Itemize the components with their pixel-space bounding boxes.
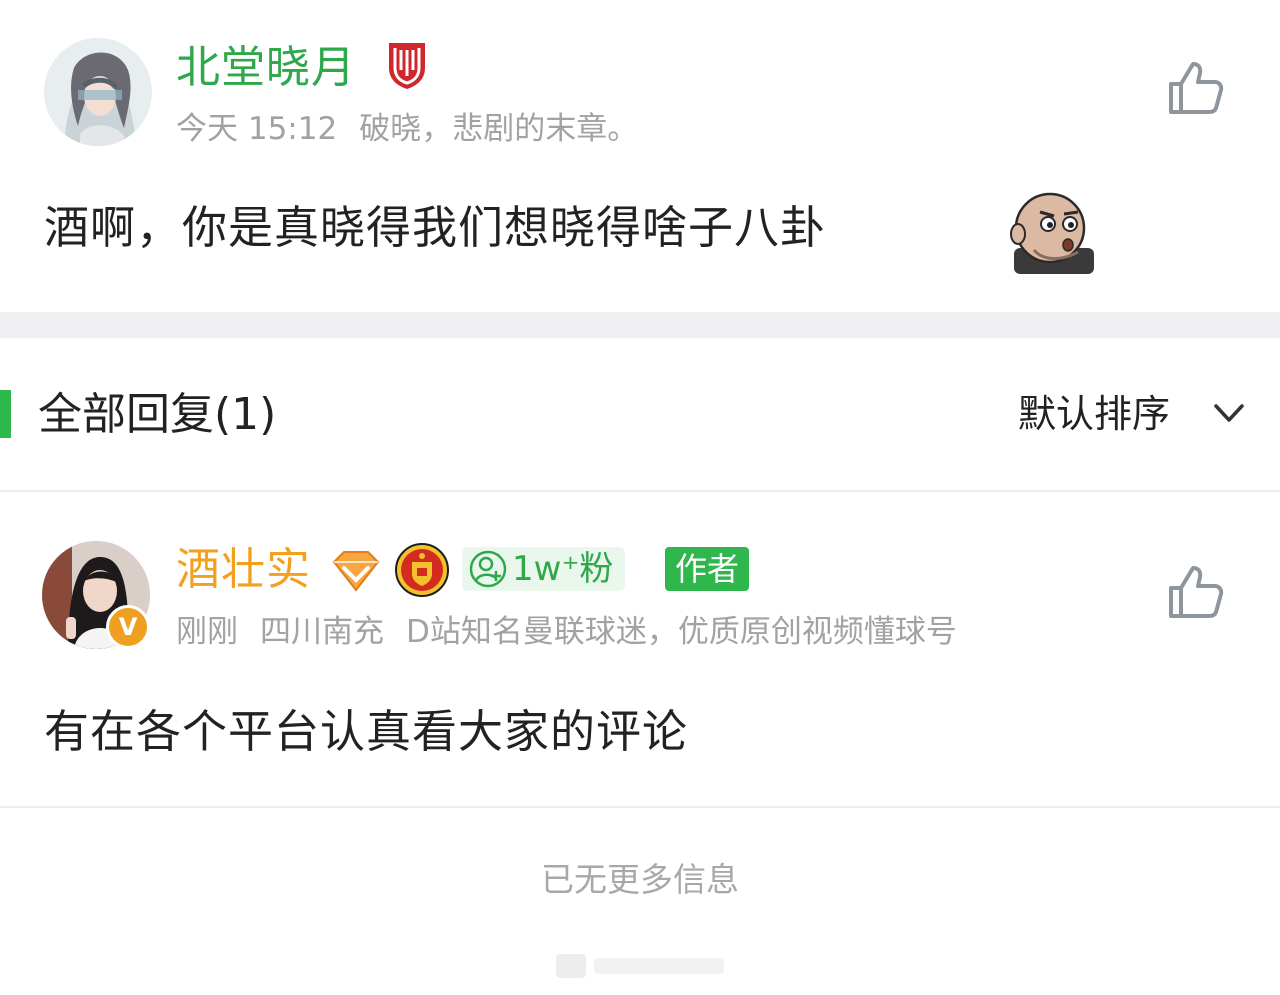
reply-text: 有在各个平台认真看大家的评论 (44, 705, 689, 758)
commenter-avatar[interactable] (44, 38, 152, 146)
reply-divider (0, 806, 1280, 808)
reply-meta: 刚刚 四川南充 D站知名曼联球迷，优质原创视频懂球号 (176, 611, 979, 653)
commenter-name[interactable]: 北堂晓月 (176, 40, 356, 96)
fan-user-icon (469, 550, 507, 588)
red-shield-icon (386, 40, 428, 90)
commenter-meta: 今天 15:12 破晓，悲剧的末章。 (176, 108, 660, 150)
fans-badge: 1w⁺粉 (462, 547, 626, 591)
chevron-down-icon[interactable] (1212, 398, 1246, 428)
section-divider (0, 312, 1280, 338)
section-accent-bar (0, 390, 11, 438)
watermark (552, 948, 732, 984)
comment-time: 今天 15:12 (176, 111, 338, 147)
club-crest-icon (394, 542, 450, 598)
thumbs-up-icon[interactable] (1165, 562, 1225, 622)
reply-author-bio: D站知名曼联球迷，优质原创视频懂球号 (406, 614, 957, 650)
reply-location: 四川南充 (260, 614, 384, 650)
thumbs-up-icon[interactable] (1165, 58, 1225, 118)
fans-count: 1w⁺粉 (512, 549, 614, 589)
author-tag: 作者 (665, 547, 750, 591)
no-more-info: 已无更多信息 (541, 860, 739, 899)
sort-dropdown[interactable]: 默认排序 (1018, 388, 1170, 440)
header-divider (0, 490, 1280, 492)
bald-head-emoji (1008, 190, 1098, 274)
reply-author-name[interactable]: 酒壮实 (176, 540, 311, 600)
comment-text: 酒啊，你是真晓得我们想晓得啥子八卦 (44, 201, 827, 254)
verified-badge: V (106, 605, 150, 649)
commenter-signature: 破晓，悲剧的末章。 (359, 111, 639, 147)
diamond-level-icon (330, 548, 382, 594)
reply-time: 刚刚 (176, 614, 238, 650)
replies-title: 全部回复(1) (38, 389, 277, 440)
